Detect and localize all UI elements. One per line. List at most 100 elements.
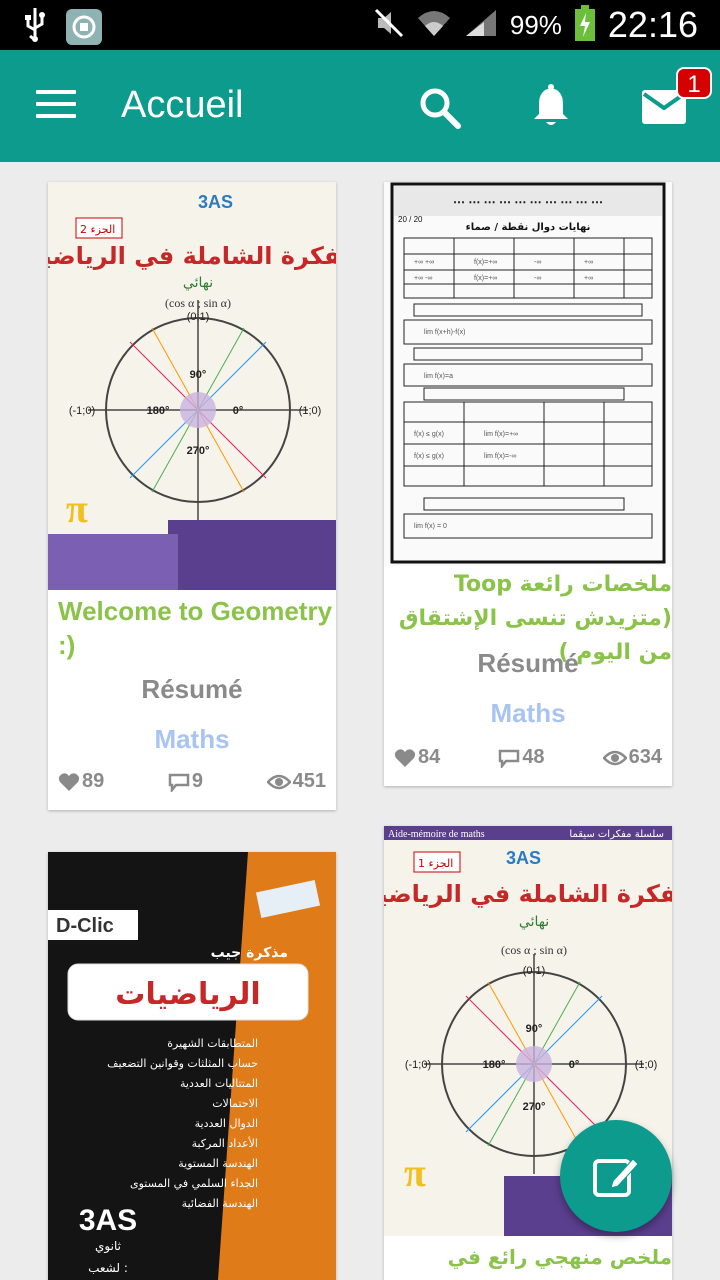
post-card[interactable]: ⋯ ⋯ ⋯ ⋯ ⋯ ⋯ ⋯ ⋯ ⋯ ⋯ 20 / 20 نهايات دوال … [384,182,672,786]
svg-text:lim f(x+h)-f(x): lim f(x+h)-f(x) [424,329,465,336]
post-stats: 89 9 451 [58,770,326,793]
thumb-series: سلسلة مفكرات سيقما [569,829,664,840]
svg-text:(1;0): (1;0) [299,405,322,417]
svg-text:90°: 90° [526,1023,543,1035]
thumb-page: 20 / 20 [398,215,423,224]
thumb-subtitle: نهائي [183,275,213,291]
svg-text:الهندسة الفضائية: الهندسة الفضائية [182,1197,258,1210]
svg-text:lim f(x) = 0: lim f(x) = 0 [414,523,447,530]
clock: 22:16 [607,4,698,45]
svg-text:f(x) ≤ g(x): f(x) ≤ g(x) [414,431,444,438]
post-thumbnail: 3AS الجزء 2 المفكرة الشاملة في الرياضيات… [48,182,336,590]
thumb-title: الرياضيات [115,977,260,1012]
edit-icon [593,1158,639,1197]
thumb-branch: لشعب : [88,1261,128,1275]
post-stats: 84 48 634 [394,746,662,769]
heart-icon [58,772,80,791]
svg-text:+∞ +∞: +∞ +∞ [414,259,434,266]
post-title: ملخص منهجي رائع في [447,1245,672,1269]
svg-text:-∞: -∞ [534,275,541,282]
thumb-part: الجزء 2 [80,223,115,236]
post-subject: Maths [154,724,230,754]
thumb-part: الجزء 1 [418,857,453,870]
svg-text:lim f(x)=+∞: lim f(x)=+∞ [484,431,518,438]
create-post-button[interactable] [560,1120,672,1232]
post-title: Welcome to Geometry :) [58,596,333,660]
search-button[interactable] [418,86,462,130]
svg-text:270°: 270° [523,1101,546,1113]
svg-text:lim f(x)=a: lim f(x)=a [424,373,453,380]
thumb-level: 3AS [506,848,541,868]
eye-icon [602,750,627,765]
comments-stat[interactable]: 9 [168,770,203,793]
post-card[interactable]: D-Clic مذكرة جيب الرياضيات المتطابقات ال… [48,852,336,1280]
svg-text:f(x)=+∞: f(x)=+∞ [474,259,497,266]
svg-text:0°: 0° [233,405,244,417]
svg-text:+∞: +∞ [584,259,593,266]
views-stat: 451 [266,770,326,793]
app-notification-icon [66,8,102,45]
thumb-aide: Aide-mémoire de maths [388,829,485,840]
search-icon [420,88,461,129]
thumb-subtitle: نهائي [519,914,549,930]
svg-text:(1;0): (1;0) [635,1059,658,1071]
mute-icon [374,8,404,43]
svg-text:الاحتمالات: الاحتمالات [212,1097,258,1110]
svg-text:⋯ ⋯ ⋯ ⋯ ⋯ ⋯ ⋯ ⋯ ⋯ ⋯: ⋯ ⋯ ⋯ ⋯ ⋯ ⋯ ⋯ ⋯ ⋯ ⋯ [453,195,603,209]
svg-text:-∞: -∞ [534,259,541,266]
thumb-level: 3AS [198,192,233,212]
svg-text:الهندسة المستوية: الهندسة المستوية [178,1157,258,1170]
battery-icon [574,4,596,46]
signal-icon [464,8,498,43]
heart-icon [394,748,416,767]
svg-text:المتتاليات العددية: المتتاليات العددية [180,1077,258,1090]
thumb-level-sub: ثانوي [95,1239,121,1254]
post-category: Résumé [477,648,579,678]
thumb-book-title: المفكرة الشاملة في الرياضيات [384,880,672,908]
svg-text:(0;1): (0;1) [187,311,210,323]
svg-text:f(x)=+∞: f(x)=+∞ [474,275,497,282]
comments-stat[interactable]: 48 [498,746,545,769]
svg-text:(0;1): (0;1) [523,965,546,977]
svg-text:π: π [66,486,88,531]
svg-text:الأعداد المركبة: الأعداد المركبة [192,1136,258,1150]
svg-text:المتطابقات الشهيرة: المتطابقات الشهيرة [167,1037,258,1050]
likes-stat[interactable]: 89 [58,770,104,793]
usb-icon [22,6,48,47]
svg-text:الجداء السلمي في المستوى: الجداء السلمي في المستوى [130,1177,258,1190]
svg-text:+∞: +∞ [584,275,593,282]
post-category: Résumé [141,674,243,704]
thumb-level: 3AS [79,1204,137,1237]
app-bar: Accueil 1 [0,50,720,162]
post-subject: Maths [490,698,566,728]
svg-text:f(x) ≤ g(x): f(x) ≤ g(x) [414,453,444,460]
svg-text:180°: 180° [147,405,170,417]
notifications-button[interactable] [530,84,572,128]
thumb-header: نهايات دوال نقطة / صماء [466,222,591,233]
svg-text:π: π [404,1150,426,1195]
svg-text:lim f(x)=-∞: lim f(x)=-∞ [484,453,516,460]
svg-text:180°: 180° [483,1059,506,1071]
comment-icon [168,773,190,792]
unread-badge: 1 [676,67,712,99]
svg-text:+∞ -∞: +∞ -∞ [414,275,432,282]
bell-icon [534,84,568,125]
wifi-icon [416,8,452,43]
eye-icon [266,774,291,789]
views-stat: 634 [602,746,662,769]
svg-text:0°: 0° [569,1059,580,1071]
post-thumbnail: ⋯ ⋯ ⋯ ⋯ ⋯ ⋯ ⋯ ⋯ ⋯ ⋯ 20 / 20 نهايات دوال … [384,182,672,566]
svg-text:الدوال العددية: الدوال العددية [195,1117,258,1130]
thumb-pre-title: مذكرة جيب [211,945,288,961]
svg-text:(-1;0): (-1;0) [69,405,95,417]
likes-stat[interactable]: 84 [394,746,440,769]
svg-text:حساب المثلثات وقوانين التضعيف: حساب المثلثات وقوانين التضعيف [107,1057,258,1070]
thumb-book-title: المفكرة الشاملة في الرياضيات [48,242,336,270]
comment-icon [499,749,520,768]
svg-text:(-1;0): (-1;0) [405,1059,431,1071]
status-bar: 99% 22:16 [0,0,720,50]
post-thumbnail: D-Clic مذكرة جيب الرياضيات المتطابقات ال… [48,852,336,1280]
post-card[interactable]: 3AS الجزء 2 المفكرة الشاملة في الرياضيات… [48,182,336,810]
menu-button[interactable] [36,90,76,120]
battery-percent: 99% [509,9,562,40]
